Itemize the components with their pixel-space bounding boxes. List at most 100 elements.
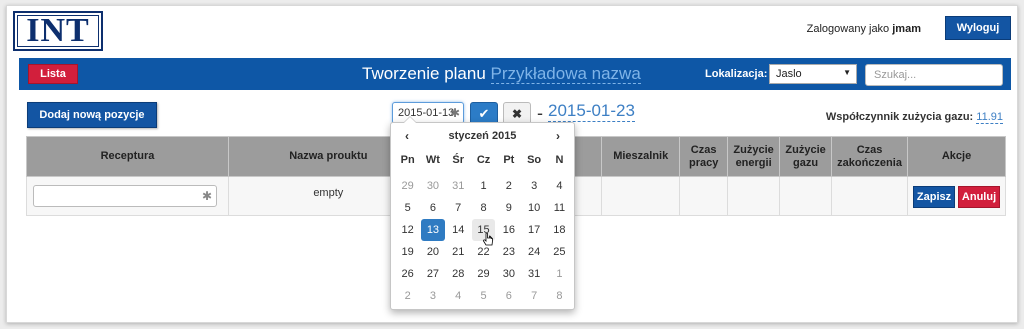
cell-zuzycie-energii [727, 176, 781, 216]
calendar-day[interactable]: 4 [446, 285, 471, 307]
calendar-day[interactable]: 18 [547, 219, 572, 241]
title-bar: Lista Tworzenie planu Przykładowa nazwa … [19, 58, 1011, 90]
calendar-day[interactable]: 7 [446, 197, 471, 219]
required-asterisk-icon: ✱ [449, 106, 460, 120]
receptura-input[interactable]: ✱ [33, 185, 217, 207]
location-label: Lokalizacja: [705, 68, 768, 80]
weekday-header: Pt [503, 154, 515, 166]
col-czas-zakonczenia: Czas zakończenia [831, 136, 909, 177]
calendar-day[interactable]: 3 [420, 285, 445, 307]
gas-coefficient-label: Współczynnik zużycia gazu: [825, 111, 974, 123]
close-icon: ✖ [511, 107, 523, 121]
required-asterisk-icon: ✱ [201, 189, 212, 203]
next-month-icon[interactable]: › [556, 129, 560, 143]
logged-in-info: Zalogowany jako jmam [807, 23, 921, 35]
calendar-day[interactable]: 11 [547, 197, 572, 219]
calendar-day[interactable]: 16 [496, 219, 521, 241]
calendar-day[interactable]: 6 [420, 197, 445, 219]
gas-coefficient-value[interactable]: 11.91 [976, 111, 1003, 124]
weekday-header: Pn [400, 154, 415, 166]
add-position-button[interactable]: Dodaj nową pozycje [27, 102, 157, 128]
weekday-header: Cz [476, 154, 491, 166]
calendar-day[interactable]: 7 [521, 285, 546, 307]
gas-coefficient: Współczynnik zużycia gazu: 11.91 [825, 111, 1003, 124]
col-zuzycie-gazu-l2: gazu [793, 156, 819, 169]
calendar-day[interactable]: 8 [471, 197, 496, 219]
calendar-day[interactable]: 9 [496, 197, 521, 219]
calendar-day[interactable]: 28 [446, 263, 471, 285]
calendar-day[interactable]: 12 [395, 219, 420, 241]
calendar-day[interactable]: 4 [547, 175, 572, 197]
calendar-day[interactable]: 30 [496, 263, 521, 285]
datepicker-grid: Pn Wt Śr Cz Pt So N 29 30 31 1 2 3 4 5 6 7 8 9 10 11 12 13 14 15… [395, 153, 572, 307]
calendar-day[interactable]: 13 [421, 219, 445, 241]
calendar-day[interactable]: 31 [446, 175, 471, 197]
calendar-day[interactable]: 23 [496, 241, 521, 263]
col-akcje: Akcje [907, 136, 1006, 177]
datepicker-header: ‹ styczeń 2015 › [391, 123, 574, 147]
col-czas-zak-l2: zakończenia [837, 156, 902, 169]
location-value: Jaslo [776, 68, 802, 80]
calendar-day[interactable]: 8 [547, 285, 572, 307]
calendar-day[interactable]: 2 [395, 285, 420, 307]
lista-button[interactable]: Lista [28, 64, 78, 84]
calendar-day[interactable]: 30 [420, 175, 445, 197]
location-select[interactable]: Jaslo ▼ [769, 64, 857, 84]
calendar-day[interactable]: 1 [547, 263, 572, 285]
col-czas-pracy-l1: Czas [690, 143, 717, 156]
col-zuzycie-gazu-l1: Zużycie [785, 143, 826, 156]
calendar-day[interactable]: 14 [446, 219, 471, 241]
cell-receptura: ✱ [26, 176, 229, 216]
save-button[interactable]: Zapisz [913, 186, 956, 208]
cell-mieszalnik [601, 176, 681, 216]
datepicker-month-label[interactable]: styczeń 2015 [391, 130, 574, 142]
calendar-day[interactable]: 31 [521, 263, 546, 285]
col-czas-pracy: Czas pracy [679, 136, 729, 177]
calendar-day[interactable]: 5 [471, 285, 496, 307]
calendar-day[interactable]: 21 [446, 241, 471, 263]
logged-in-label: Zalogowany jako [806, 23, 890, 35]
col-receptura: Receptura [26, 136, 229, 177]
int-logo: INT [13, 11, 103, 51]
logo-text: INT [17, 14, 99, 48]
page-title: Tworzenie planu Przykładowa nazwa [362, 64, 641, 84]
calendar-day[interactable]: 27 [420, 263, 445, 285]
col-mieszalnik: Mieszalnik [601, 136, 681, 177]
weekday-header: Śr [452, 154, 465, 166]
col-zuzycie-energii-l2: energii [735, 156, 772, 169]
calendar-day[interactable]: 17 [521, 219, 546, 241]
datepicker-popup: ‹ styczeń 2015 › Pn Wt Śr Cz Pt So N 29 30 31 1 2 3 4… [390, 116, 575, 310]
logout-button[interactable]: Wyloguj [945, 16, 1011, 40]
calendar-day[interactable]: 29 [395, 175, 420, 197]
cell-akcje: Zapisz Anuluj [907, 176, 1006, 216]
calendar-day[interactable]: 2 [496, 175, 521, 197]
col-zuzycie-energii-l1: Zużycie [733, 143, 774, 156]
cancel-button[interactable]: Anuluj [958, 186, 1001, 208]
calendar-day[interactable]: 29 [471, 263, 496, 285]
plan-name-link[interactable]: Przykładowa nazwa [490, 64, 641, 84]
weekday-header: So [527, 154, 542, 166]
cell-czas-pracy [679, 176, 729, 216]
username: jmam [892, 23, 921, 35]
calendar-day[interactable]: 20 [420, 241, 445, 263]
search-input[interactable]: Szukaj... [865, 64, 1003, 86]
calendar-day[interactable]: 10 [521, 197, 546, 219]
calendar-day[interactable]: 1 [471, 175, 496, 197]
cell-zuzycie-gazu [779, 176, 833, 216]
calendar-day[interactable]: 19 [395, 241, 420, 263]
col-czas-zak-l1: Czas [856, 143, 883, 156]
col-zuzycie-gazu: Zużycie gazu [779, 136, 833, 177]
calendar-day[interactable]: 24 [521, 241, 546, 263]
date-to-link[interactable]: 2015-01-23 [548, 101, 635, 122]
calendar-day[interactable]: 3 [521, 175, 546, 197]
calendar-day[interactable]: 5 [395, 197, 420, 219]
cell-czas-zakonczenia [831, 176, 909, 216]
checkmark-icon: ✔ [478, 106, 490, 121]
date-range-dash: - [537, 103, 543, 123]
calendar-day[interactable]: 26 [395, 263, 420, 285]
weekday-header: N [555, 154, 564, 166]
calendar-day[interactable]: 6 [496, 285, 521, 307]
calendar-day[interactable]: 25 [547, 241, 572, 263]
page-title-text: Tworzenie planu [362, 64, 486, 83]
hand-cursor-icon [483, 233, 493, 246]
